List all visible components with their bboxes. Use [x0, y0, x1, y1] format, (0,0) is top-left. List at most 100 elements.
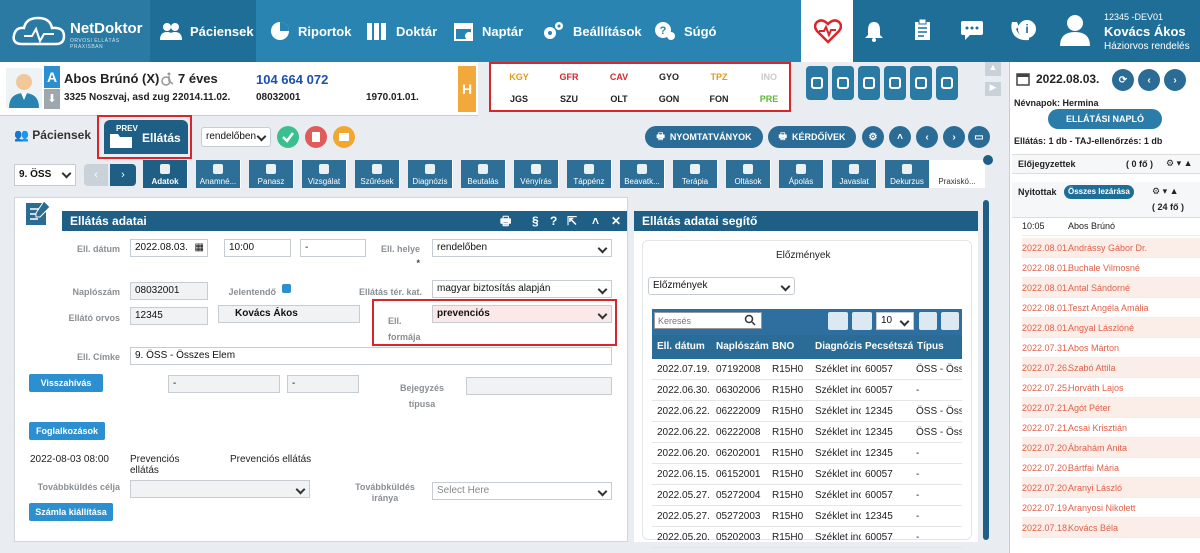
ell-helye-select[interactable]: rendelőben — [432, 239, 612, 257]
tab-tappenz[interactable]: Táppénz — [567, 160, 612, 188]
tab-adatok[interactable]: Adatok — [143, 160, 188, 188]
list-item[interactable]: 10:05 Abos Brúnó — [1022, 216, 1200, 236]
elojegyzettek-header[interactable]: Előjegyzettek ( 0 fő ) ⚙ ▾ ▲ — [1012, 154, 1200, 174]
list-item[interactable]: 2022.07.19.Aranyosi Nikolett — [1022, 498, 1200, 518]
visszahivas-date-input[interactable]: - — [168, 375, 280, 393]
code-gfr[interactable]: GFR — [544, 72, 594, 82]
col-naploszam[interactable]: Naplószám — [716, 335, 769, 359]
nav-item-naptar[interactable]: Naptár — [454, 0, 523, 62]
code-jgs[interactable]: JGS — [494, 94, 544, 104]
tab-javaslat[interactable]: Javaslat — [832, 160, 877, 188]
patient-taj[interactable]: 104 664 072 — [256, 72, 328, 87]
zoom-out-icon[interactable] — [828, 312, 848, 330]
tab-dekurzus[interactable]: Dekurzus — [885, 160, 930, 188]
list-item[interactable]: 2022.08.01.Angyal Lászlóné — [1022, 318, 1200, 338]
orvos-code-input[interactable]: 12345 — [130, 307, 208, 325]
list-item[interactable]: 2022.07.20.Ábrahám Anita — [1022, 438, 1200, 458]
calendar-icon[interactable]: ▦ — [195, 240, 204, 256]
toolbar-prev-button[interactable]: ‹ — [84, 164, 108, 186]
szamla-button[interactable]: Számla kiállítása — [29, 503, 113, 521]
col-diagnozis[interactable]: Diagnózis — [815, 335, 862, 359]
osszes-lezarasa-button[interactable]: Összes lezárása — [1064, 185, 1134, 199]
expand-right-icon[interactable]: ▶ — [985, 82, 1001, 96]
tab-praxiskozosseg[interactable]: Praxiskö... — [930, 160, 985, 188]
close-small-icon[interactable] — [983, 155, 993, 165]
list-item[interactable]: 2022.07.21.Acsai Krisztián — [1022, 418, 1200, 438]
orvos-name-input[interactable]: Kovács Ákos — [218, 305, 360, 323]
list-item[interactable]: 2022.07.20.Bártfai Mária — [1022, 458, 1200, 478]
folder-open-icon[interactable] — [333, 126, 355, 148]
page-size-select[interactable]: 10 — [876, 312, 914, 330]
external-icon[interactable]: ⇱ — [567, 211, 577, 231]
elozmenyek-select[interactable]: Előzmények — [648, 277, 795, 295]
toolbar-next-button[interactable]: › — [110, 164, 136, 186]
tab-vizsgalat[interactable]: Vizsgálat — [302, 160, 347, 188]
nav-item-paciensek[interactable]: Páciensek — [150, 0, 256, 62]
bell-icon[interactable] — [864, 20, 884, 42]
table-row[interactable]: 2022.05.27. 05272003 R15H0 Széklet inc 12345… — [652, 506, 962, 527]
help-icon[interactable]: ? — [550, 211, 557, 231]
chat-icon[interactable] — [960, 20, 984, 40]
table-row[interactable]: 2022.06.22. 06222008 R15H0 Széklet inc 12345… — [652, 422, 962, 443]
code-gyo[interactable]: GYO — [644, 72, 694, 82]
list-item[interactable]: 2022.08.01.Buchale Vilmosné — [1022, 258, 1200, 278]
table-row[interactable]: 2022.06.15. 06152001 R15H0 Széklet inc 60057… — [652, 464, 962, 485]
col-bno[interactable]: BNO — [772, 335, 794, 359]
person-icon[interactable] — [884, 66, 906, 100]
table-row[interactable]: 2022.07.19. 07192008 R15H0 Széklet inc 60057… — [652, 359, 962, 380]
filter-icon[interactable] — [919, 312, 937, 330]
info-icon[interactable]: i — [1016, 18, 1038, 40]
settings-icon[interactable] — [941, 312, 959, 330]
tovabb-celja-select[interactable] — [130, 480, 310, 498]
col-pecsetszam[interactable]: Pecsétszám — [865, 335, 913, 359]
ellatasi-naplo-button[interactable]: ELLÁTÁSI NAPLÓ — [1048, 109, 1162, 129]
foglalkozasok-button[interactable]: Foglalkozások — [29, 422, 105, 440]
nav-item-riportok[interactable]: Riportok — [270, 0, 351, 62]
refresh-button[interactable]: ⟳ — [1112, 69, 1134, 91]
tab-diagnozis[interactable]: Diagnózis — [408, 160, 453, 188]
tovabb-iranya-select[interactable]: Select Here — [432, 482, 612, 500]
search-icon[interactable] — [744, 314, 756, 326]
cimke-input[interactable]: 9. ÖSS - Összes Elem — [130, 347, 612, 365]
zoom-in-icon[interactable] — [852, 312, 872, 330]
visszahivas-time-input[interactable]: - — [287, 375, 359, 393]
table-row[interactable]: 2022.06.20. 06202001 R15H0 Széklet inc 12345… — [652, 443, 962, 464]
code-kgy[interactable]: KGY — [494, 72, 544, 82]
code-pre[interactable]: PRE — [744, 94, 794, 104]
list-item[interactable]: 2022.07.31.Abos Márton — [1022, 338, 1200, 358]
search-doc-icon[interactable] — [910, 66, 932, 100]
oss-select[interactable]: 9. ÖSS — [14, 164, 76, 186]
code-gon[interactable]: GON — [644, 94, 694, 104]
code-cav[interactable]: CAV — [594, 72, 644, 82]
tab-szuresek[interactable]: Szűrések — [355, 160, 400, 188]
collapse-button[interactable]: ˄ — [889, 126, 911, 148]
nav-item-sugo[interactable]: ? Súgó — [654, 0, 717, 62]
table-row[interactable]: 2022.05.27. 05272004 R15H0 Széklet inc 60057… — [652, 485, 962, 506]
code-szu[interactable]: SZU — [544, 94, 594, 104]
table-row[interactable]: 2022.05.20. 05202003 R15H0 Széklet inc 60057… — [652, 527, 962, 548]
list-item[interactable]: 2022.08.01.Andrássy Gábor Dr. — [1022, 238, 1200, 258]
tab-paciensek[interactable]: 👥 Páciensek — [14, 128, 91, 142]
collapse-icon[interactable]: ˄ — [592, 211, 599, 231]
user-profile[interactable]: 12345 -DEV01 Kovács Ákos Háziorvos rende… — [1046, 0, 1200, 62]
check-icon[interactable] — [277, 126, 299, 148]
pills-icon[interactable] — [936, 66, 958, 100]
location-select[interactable]: rendelőben — [201, 127, 271, 147]
tab-panasz[interactable]: Panasz — [249, 160, 294, 188]
settings-icon[interactable]: ⚙ ▾ ▲ — [1166, 158, 1193, 169]
clipboard-icon[interactable] — [912, 18, 934, 42]
list-item[interactable]: 2022.07.21.Agót Péter — [1022, 398, 1200, 418]
tab-anamnezis[interactable]: Anamné... — [196, 160, 241, 188]
settings-button[interactable]: ⚙ — [862, 126, 884, 148]
tab-beavatkozas[interactable]: Beavatk... — [620, 160, 665, 188]
list-item[interactable]: 2022.07.20.Aranyi László — [1022, 478, 1200, 498]
close-icon[interactable]: ✕ — [611, 211, 621, 231]
list-item[interactable]: 2022.08.01.Teszt Angéla Amália — [1022, 298, 1200, 318]
table-row[interactable]: 2022.06.22. 06222009 R15H0 Széklet inc 12345… — [652, 401, 962, 422]
code-tpz[interactable]: TPZ — [694, 72, 744, 82]
heart-monitor-icon[interactable] — [806, 66, 828, 100]
prev-button[interactable]: ‹ — [916, 126, 938, 148]
chat-button[interactable]: ▭ — [968, 126, 990, 148]
print-icon[interactable]: 🖶 — [500, 211, 511, 231]
tab-beutalas[interactable]: Beutalás — [461, 160, 506, 188]
